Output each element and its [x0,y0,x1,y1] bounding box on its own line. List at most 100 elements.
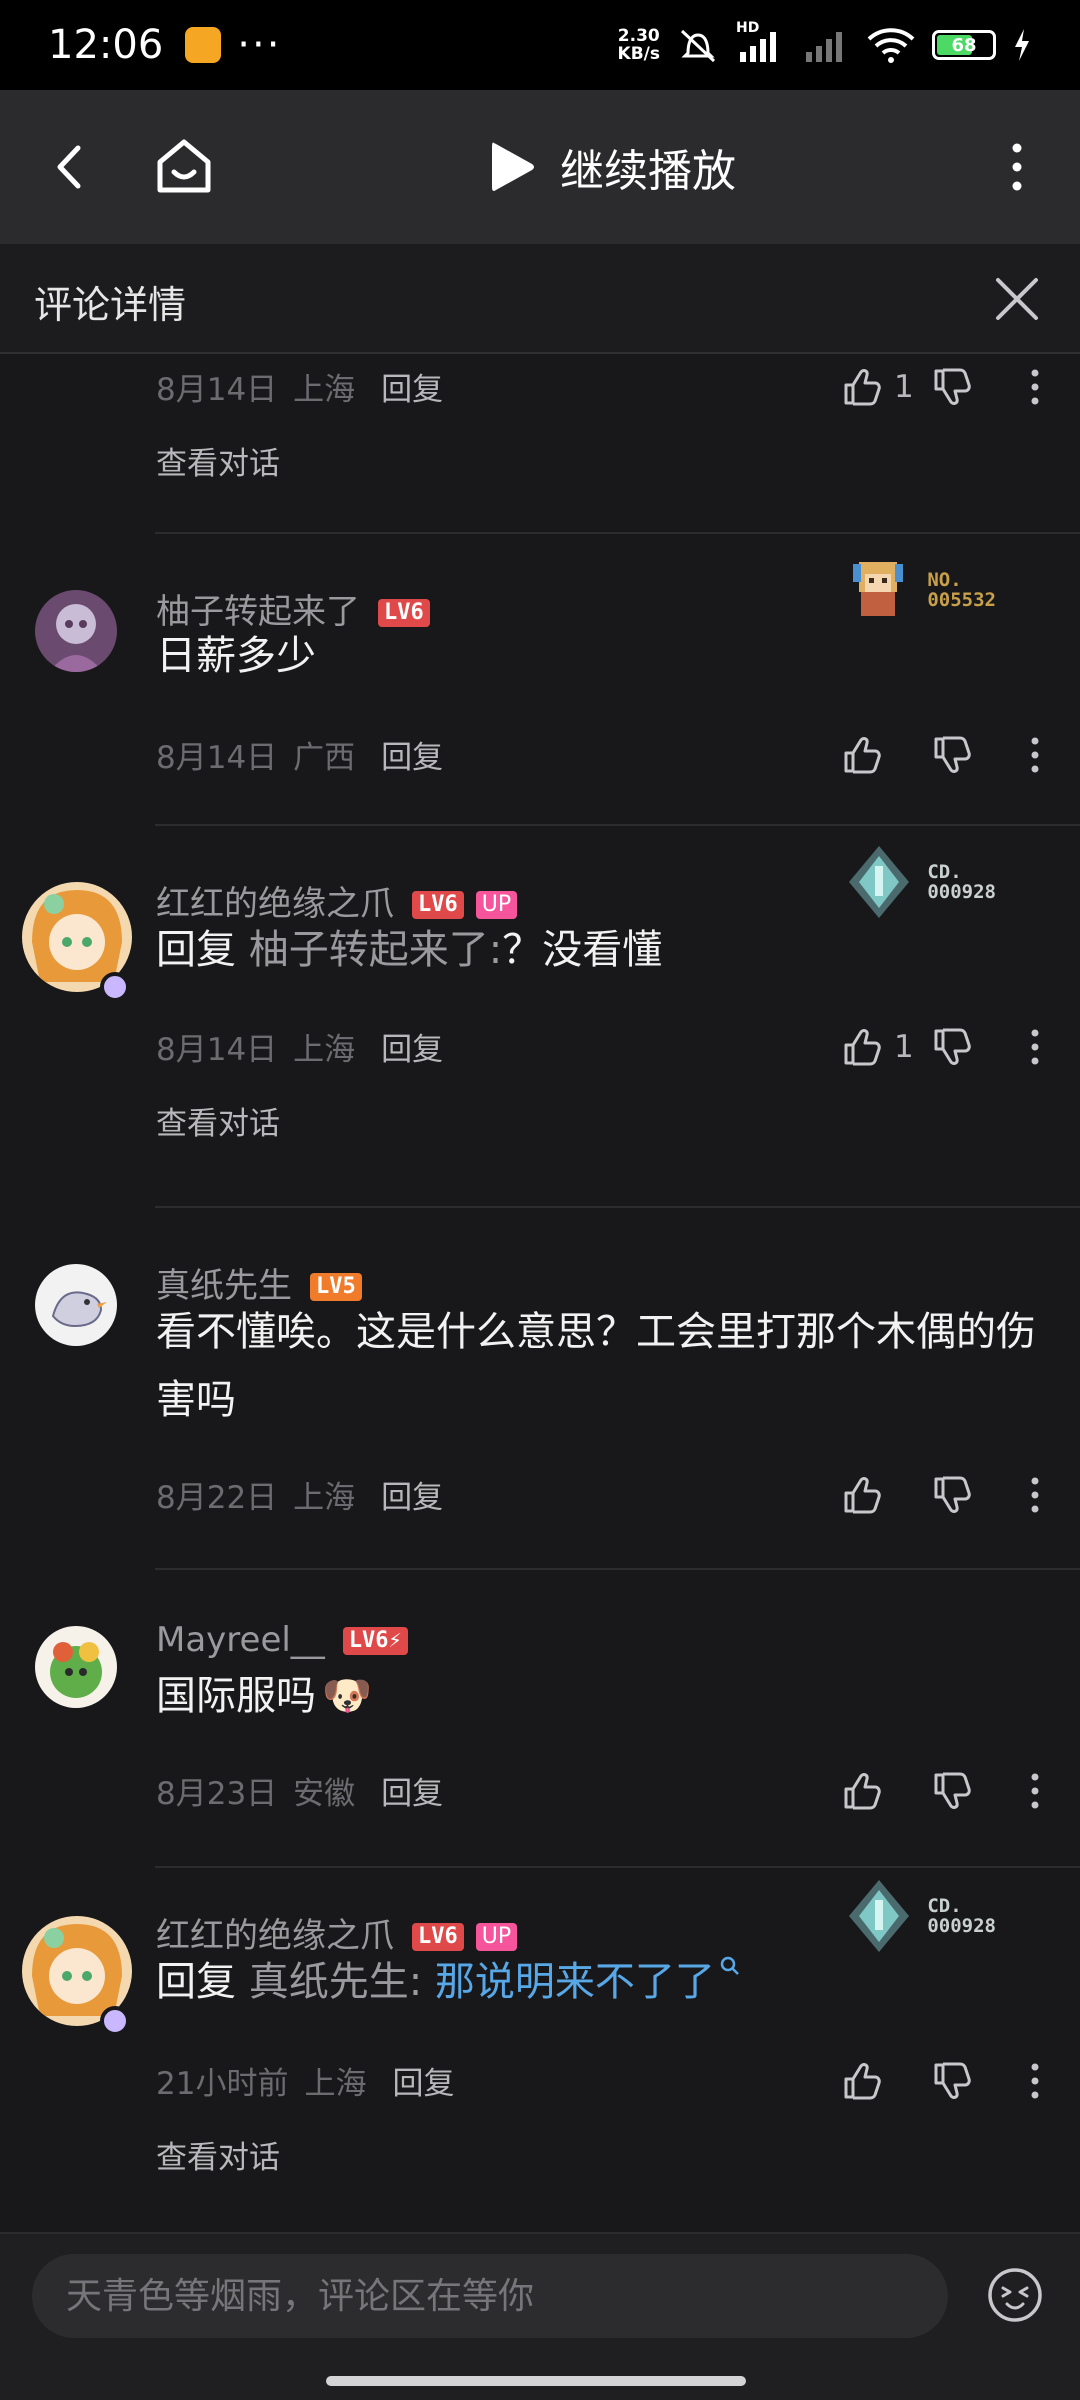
level-badge: LV6⚡ [342,1627,408,1655]
comment-item: 红红的绝缘之爪 LV6 UP CD. 000928 回复 柚子转起来了:？没看懂 8… [0,826,1080,1208]
page-title: 评论详情 [34,283,187,327]
like-icon[interactable] [840,1473,884,1517]
level-badge: LV6 [412,1923,464,1951]
back-icon[interactable] [38,134,104,200]
dislike-icon[interactable] [930,2059,974,2103]
comment-actions [840,730,1050,780]
comment-actions [840,2056,1050,2106]
reply-target-user[interactable]: 柚子转起来了: [249,927,502,973]
wifi-icon [867,28,915,63]
comment-text: 回复 真纸先生: 那说明来不了了 [156,1948,1040,2016]
battery-icon: 68 [932,30,996,60]
comment-text: 回复 柚子转起来了:？没看懂 [156,927,663,973]
play-icon [492,142,534,191]
comment-actions [840,1766,1050,1816]
fan-badge-crystal-icon [849,1880,910,1952]
dislike-icon[interactable] [930,365,974,409]
view-conversation-link[interactable]: 查看对话 [156,438,280,483]
like-count: 1 [894,369,914,405]
comment-meta: 8月22日 上海 回复 [156,1480,444,1516]
signal-icon-2 [806,32,842,62]
view-conversation-link[interactable]: 查看对话 [156,1098,280,1143]
like-count: 1 [894,1029,914,1065]
mute-icon [680,29,716,63]
doge-emoji-icon: 🐶 [322,1673,372,1719]
comment-actions: 1 [840,1022,1050,1072]
like-icon[interactable] [840,365,884,409]
comment-item: 真纸先生 LV5 看不懂唉。这是什么意思？工会里打那个木偶的伤害吗 8月22日 上海… [0,1208,1080,1570]
reply-button[interactable]: 回复 [381,1776,443,1812]
like-icon[interactable] [840,2059,884,2103]
home-indicator[interactable] [326,2376,746,2386]
fan-badge: CD. 000928 [839,1876,996,1956]
more-icon[interactable] [984,134,1050,200]
comment-item: 柚子转起来了 LV6 NO. 005532 日薪多少 8月14日 广西 回复 [0,534,1080,826]
signal-icon: HD [736,20,786,64]
home-icon[interactable] [148,130,220,202]
comment-text: 日薪多少 [156,633,316,679]
status-time: 12:06 [48,22,164,68]
comment-meta: 8月14日 广西 回复 [156,740,444,776]
comment-detail-header: 评论详情 [0,244,1080,354]
comment-text: 看不懂唉。这是什么意思？工会里打那个木偶的伤害吗 [156,1309,1036,1423]
close-icon[interactable] [984,266,1050,332]
avatar[interactable] [35,1264,117,1346]
charging-icon [1015,29,1029,61]
fan-badge: CD. 000928 [839,842,996,922]
fan-badge-avatar-icon [853,562,904,616]
reply-button[interactable]: 回复 [392,2066,454,2102]
fan-badge-crystal-icon [849,846,910,918]
verified-badge-icon [100,972,130,1002]
network-speed: 2.30 KB/s [617,26,660,64]
level-badge: LV6 [412,891,464,919]
top-nav: 继续播放 [0,90,1080,244]
comment-item: Mayreel__ LV6⚡ 国际服吗 🐶 8月23日 安徽 回复 [0,1570,1080,1868]
comment-item: 8月14日 上海 回复 1 查看对话 [0,356,1080,534]
search-keyword-link[interactable]: 那说明来不了了 [435,1959,715,2005]
dislike-icon[interactable] [930,1769,974,1813]
avatar[interactable] [35,590,117,672]
like-icon[interactable] [840,1025,884,1069]
app-notification-icon [185,27,222,63]
comment-more-icon[interactable] [1020,1769,1050,1813]
comment-meta: 8月23日 安徽 回复 [156,1776,444,1812]
verified-badge-icon [100,2006,130,2036]
dislike-icon[interactable] [930,1025,974,1069]
search-icon[interactable] [719,1955,741,1977]
reply-button[interactable]: 回复 [381,740,443,776]
comment-meta: 8月14日 上海 回复 [156,1032,444,1068]
reply-button[interactable]: 回复 [381,1480,443,1516]
level-badge: LV5 [310,1273,362,1301]
comment-more-icon[interactable] [1020,365,1050,409]
continue-play-button[interactable]: 继续播放 [486,132,736,202]
comment-actions: 1 [840,362,1050,412]
reply-button[interactable]: 回复 [381,1032,443,1068]
status-bar: 12:06 ··· 2.30 KB/s HD 68 [0,0,1080,90]
emoji-icon[interactable] [986,2266,1044,2324]
comment-input[interactable] [32,2254,948,2338]
continue-play-label: 继续播放 [560,146,736,197]
avatar[interactable] [35,1626,117,1708]
comment-more-icon[interactable] [1020,1473,1050,1517]
reply-target-user[interactable]: 真纸先生: [249,1959,422,2005]
view-conversation-link[interactable]: 查看对话 [156,2132,280,2177]
comment-actions [840,1470,1050,1520]
more-notifications-indicator: ··· [237,22,282,68]
comment-input-bar [0,2232,1080,2400]
comment-list[interactable]: 8月14日 上海 回复 1 查看对话 柚子转起来了 LV6 NO. 005532… [0,356,1080,2232]
comment-meta: 8月14日 上海 回复 [156,372,444,408]
like-icon[interactable] [840,733,884,777]
reply-button[interactable]: 回复 [381,372,443,408]
comment-more-icon[interactable] [1020,1025,1050,1069]
up-tag: UP [475,891,518,919]
comment-more-icon[interactable] [1020,733,1050,777]
comment-item: 红红的绝缘之爪 LV6 UP CD. 000928 回复 真纸先生: 那说明来不了了… [0,1868,1080,2232]
comment-more-icon[interactable] [1020,2059,1050,2103]
fan-badge: NO. 005532 [839,550,996,630]
dislike-icon[interactable] [930,733,974,777]
dislike-icon[interactable] [930,1473,974,1517]
comment-text: 国际服吗 🐶 [156,1673,372,1719]
like-icon[interactable] [840,1769,884,1813]
comment-meta: 21小时前 上海 回复 [156,2066,455,2102]
username[interactable]: Mayreel__ LV6⚡ [156,1620,408,1660]
